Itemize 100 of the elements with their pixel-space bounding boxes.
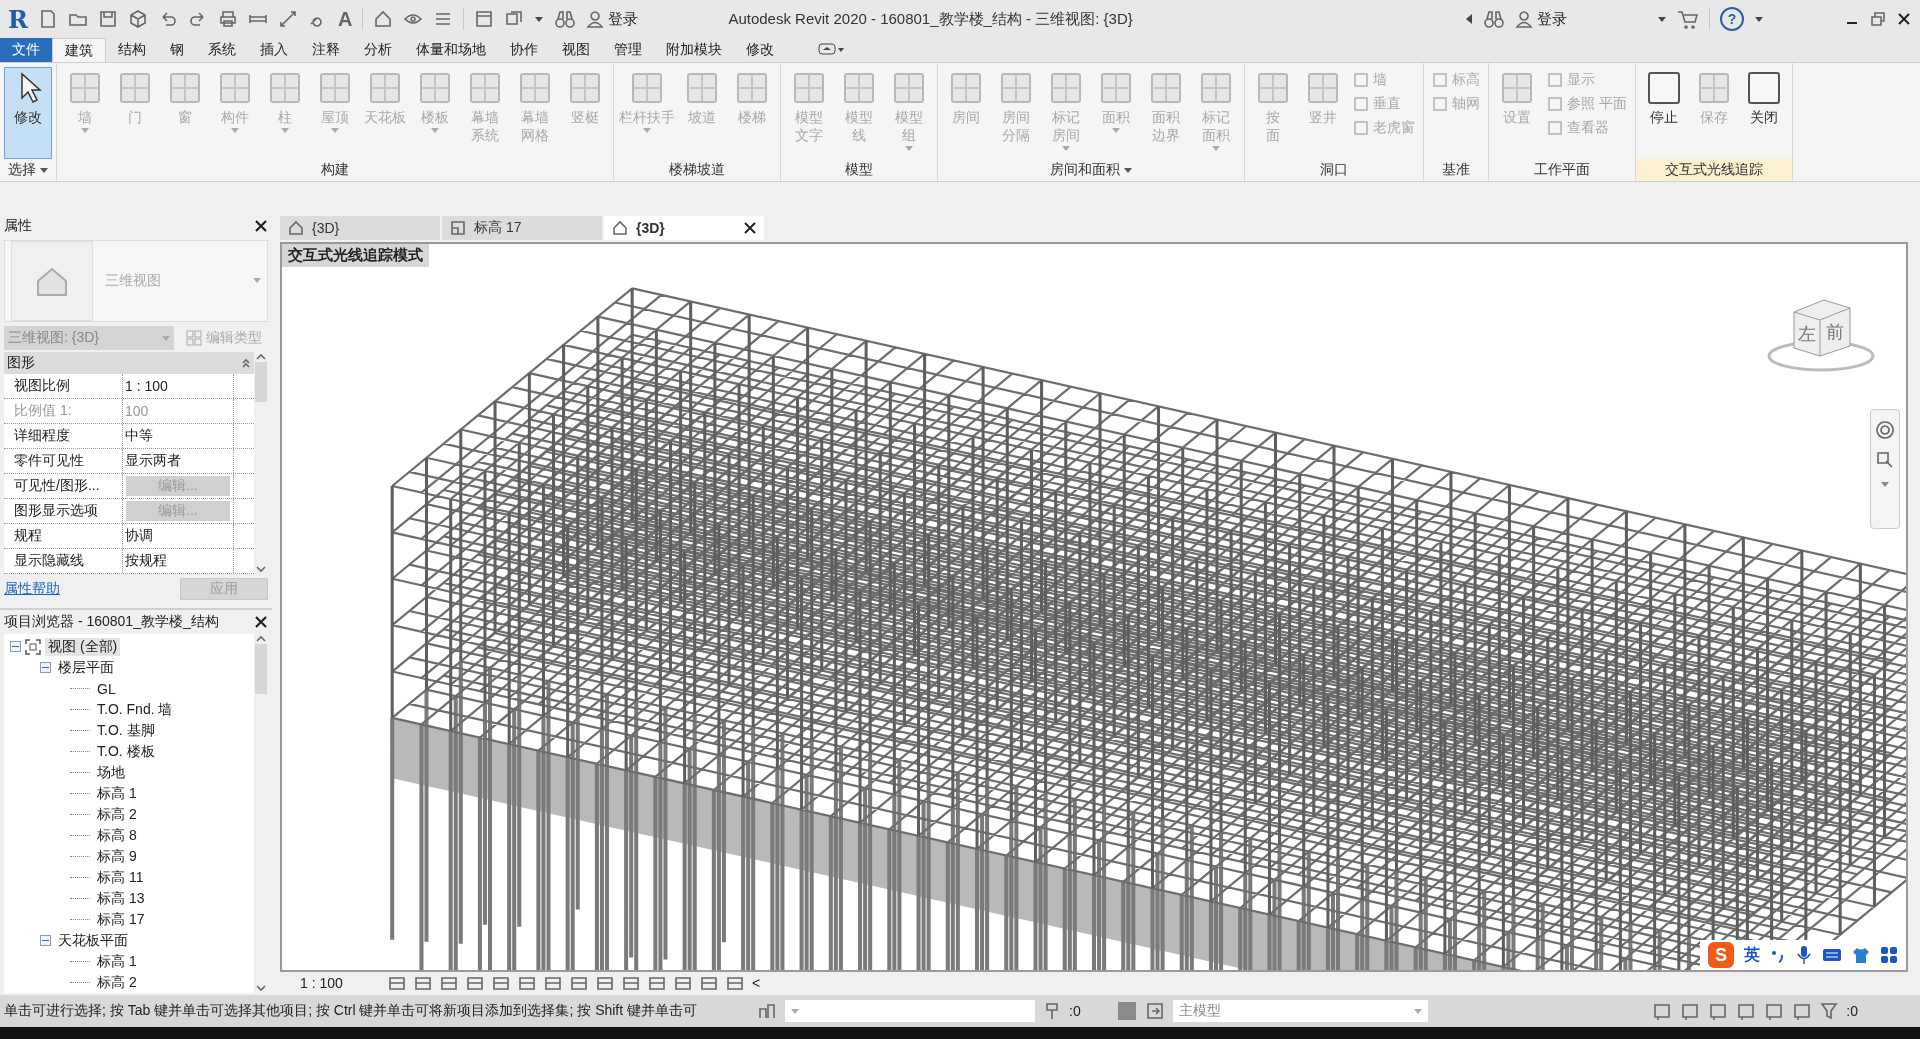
tree-item[interactable]: T.O. 楼板 xyxy=(94,742,158,761)
ribbon-tab[interactable]: 钢 xyxy=(158,38,196,62)
close-icon[interactable] xyxy=(1896,11,1912,27)
ribbon-tab[interactable]: 附加模块 xyxy=(654,38,734,62)
tree-item[interactable]: T.O. 基脚 xyxy=(94,721,158,740)
caret-icon[interactable] xyxy=(534,14,545,24)
ribbon-tab[interactable]: 结构 xyxy=(106,38,158,62)
restore-icon[interactable] xyxy=(1870,11,1886,27)
property-value[interactable]: 显示两者 xyxy=(123,449,234,473)
ribbon-tool[interactable]: 停止 xyxy=(1639,67,1688,159)
steering-wheel-icon[interactable] xyxy=(1875,420,1895,440)
ribbon-tab[interactable]: 注释 xyxy=(300,38,352,62)
panel-title[interactable]: 交互式光线追踪 xyxy=(1635,159,1792,181)
tree-item[interactable]: 场地 xyxy=(94,763,128,782)
model-dropdown[interactable]: 主模型 xyxy=(1172,1000,1428,1022)
house-icon[interactable] xyxy=(373,9,394,29)
tree-item[interactable]: 视图 (全部) xyxy=(45,637,121,656)
property-value[interactable]: 协调 xyxy=(123,524,234,548)
view-tab[interactable]: {3D} xyxy=(280,216,440,240)
tool-icon xyxy=(1255,70,1291,106)
ribbon-tool[interactable]: 修改 xyxy=(4,67,52,159)
shirt-icon[interactable] xyxy=(1852,946,1870,964)
tree-item[interactable]: 标高 13 xyxy=(94,889,148,908)
tree-item[interactable]: 标高 11 xyxy=(94,868,147,887)
ribbon-tab[interactable]: 建筑 xyxy=(52,38,106,62)
ribbon-tab[interactable]: 插入 xyxy=(248,38,300,62)
help-button[interactable]: ? xyxy=(1720,7,1744,31)
ribbon-tab[interactable]: 协作 xyxy=(498,38,550,62)
caret-left-icon[interactable] xyxy=(1465,13,1473,25)
ribbon-tab[interactable]: 体量和场地 xyxy=(404,38,498,62)
tree-item[interactable]: 标高 1 xyxy=(94,784,140,803)
cart-icon[interactable] xyxy=(1677,9,1699,29)
cube-face-label[interactable]: 左 xyxy=(1798,324,1816,344)
navigation-bar[interactable] xyxy=(1870,409,1900,529)
text-tool[interactable]: A xyxy=(337,7,353,31)
help-link[interactable]: 属性帮助 xyxy=(4,580,60,598)
tree-item[interactable]: 标高 8 xyxy=(94,826,140,845)
tool-icon xyxy=(1353,72,1369,88)
panel-title[interactable]: 房间和面积 xyxy=(938,159,1244,181)
panel-title[interactable]: 选择 xyxy=(0,159,56,181)
close-icon[interactable] xyxy=(254,615,268,629)
panel-title[interactable]: 模型 xyxy=(781,159,937,181)
cube-icon[interactable] xyxy=(127,9,148,29)
tree-item[interactable]: 标高 2 xyxy=(94,805,140,824)
plan-icon xyxy=(450,220,466,236)
ime-mode[interactable]: 英 xyxy=(1744,944,1760,966)
tree-item[interactable]: 标高 17 xyxy=(94,910,148,929)
tree-item[interactable]: 标高 2 xyxy=(94,973,140,992)
microphone-icon[interactable] xyxy=(1796,945,1812,965)
tree-item[interactable]: GL xyxy=(94,680,119,697)
collapse-toggle[interactable] xyxy=(40,935,51,946)
ribbon-tab[interactable]: 文件 xyxy=(0,38,52,62)
cube-face-label[interactable]: 前 xyxy=(1826,322,1844,342)
property-value[interactable]: 中等 xyxy=(123,424,234,448)
3d-viewport[interactable]: 交互式光线追踪模式 左 前 S 英 xyxy=(280,242,1908,972)
save-icon[interactable] xyxy=(97,9,118,29)
view-scale[interactable]: 1 : 100 xyxy=(300,975,380,991)
panel-title[interactable]: 洞口 xyxy=(1245,159,1423,181)
ribbon-tool[interactable]: 关闭 xyxy=(1739,67,1788,159)
scrollbar-thumb[interactable] xyxy=(255,644,267,694)
ribbon-tab[interactable]: 管理 xyxy=(602,38,654,62)
close-icon[interactable] xyxy=(254,219,268,234)
panel-title[interactable]: 基准 xyxy=(1424,159,1488,181)
caret-icon[interactable] xyxy=(1657,14,1667,24)
keyboard-icon[interactable] xyxy=(1822,947,1842,963)
tree-item[interactable]: 标高 1 xyxy=(94,952,140,971)
printer-icon[interactable] xyxy=(217,9,238,29)
view-cube[interactable]: 左 前 xyxy=(1766,294,1876,374)
dimension-icon[interactable] xyxy=(277,9,298,29)
zoom-icon[interactable] xyxy=(1875,450,1895,470)
collapse-icon[interactable] xyxy=(241,358,251,368)
panel-title[interactable]: 工作平面 xyxy=(1489,159,1635,181)
ribbon-tab[interactable]: 系统 xyxy=(196,38,248,62)
binoculars-icon[interactable] xyxy=(554,9,577,29)
view-tab[interactable]: 标高 17 xyxy=(442,216,602,240)
tree-item[interactable]: 天花板平面 xyxy=(55,931,131,950)
tool-icon xyxy=(629,70,665,106)
tree-item[interactable]: 楼层平面 xyxy=(55,658,117,677)
sign-in-button[interactable]: 登录 xyxy=(586,9,639,29)
collapse-toggle[interactable] xyxy=(40,662,51,673)
panel-title[interactable]: 构建 xyxy=(57,159,613,181)
sign-in-button[interactable]: 登录 xyxy=(1515,9,1567,29)
ribbon-tab[interactable]: 视图 xyxy=(550,38,602,62)
filter-icon[interactable] xyxy=(1820,1002,1839,1020)
tree-item[interactable]: 标高 9 xyxy=(94,847,140,866)
caret-icon[interactable] xyxy=(1754,14,1764,24)
ribbon-tab[interactable]: 分析 xyxy=(352,38,404,62)
panel-title[interactable]: 楼梯坡道 xyxy=(614,159,780,181)
scrollbar-thumb[interactable] xyxy=(255,362,267,402)
tree-item[interactable]: T.O. Fnd. 墙 xyxy=(94,700,176,719)
property-value[interactable]: 按规程 xyxy=(123,549,234,573)
collapse-toggle[interactable] xyxy=(10,641,21,652)
ribbon-tab[interactable]: 修改 xyxy=(734,38,786,62)
app-logo[interactable]: R xyxy=(8,4,28,34)
window-icon[interactable] xyxy=(474,9,495,29)
apps-icon[interactable] xyxy=(1880,946,1898,964)
view-tab[interactable]: {3D} xyxy=(604,216,764,240)
binoculars-icon[interactable] xyxy=(1483,9,1505,29)
property-value[interactable]: 1 : 100 xyxy=(123,374,234,398)
collapse-button[interactable]: < xyxy=(752,975,761,991)
